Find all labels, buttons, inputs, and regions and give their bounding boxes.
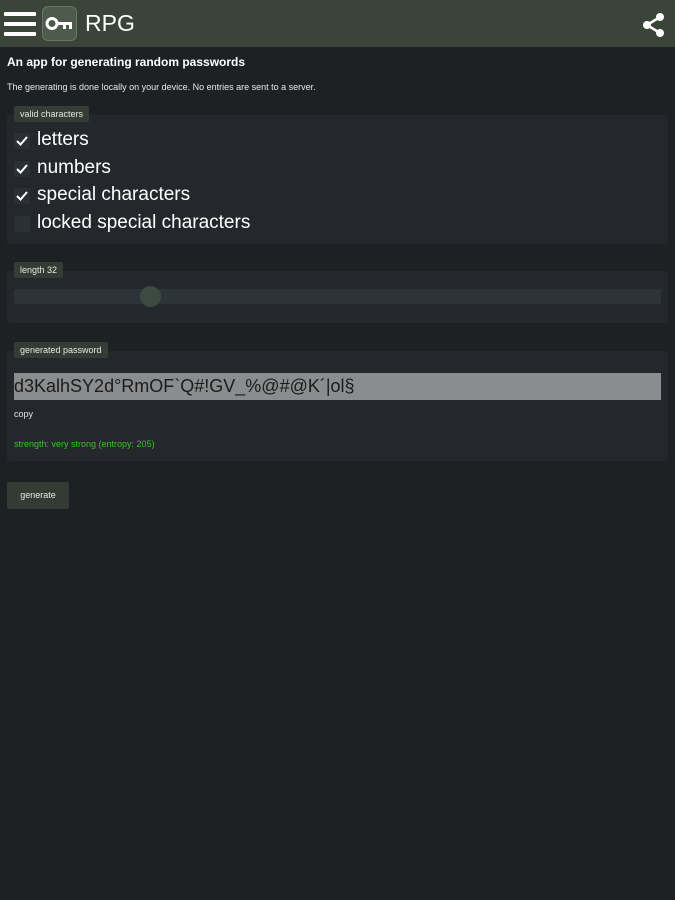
intro-subtext: The generating is done locally on your d… <box>7 82 316 92</box>
generated-password-legend: generated password <box>14 342 108 358</box>
menu-icon[interactable] <box>4 10 36 38</box>
locked-special-characters-checkbox[interactable]: locked special characters <box>14 212 314 237</box>
intro-heading: An app for generating random passwords <box>7 55 246 69</box>
numbers-checkbox[interactable]: numbers <box>14 157 214 182</box>
empty-checkbox-box <box>14 216 30 232</box>
special-characters-checkbox[interactable]: special characters <box>14 184 274 209</box>
letters-checkbox[interactable]: letters <box>14 129 214 154</box>
length-legend: length 32 <box>14 262 64 278</box>
locked-special-characters-label: locked special characters <box>37 212 251 233</box>
checkmark-icon <box>14 133 30 149</box>
key-icon <box>42 6 77 41</box>
generate-button[interactable]: generate <box>7 482 69 509</box>
length-slider-thumb[interactable] <box>140 286 161 307</box>
numbers-label: numbers <box>37 157 111 178</box>
checkmark-icon <box>14 161 30 177</box>
share-icon[interactable] <box>640 11 668 39</box>
length-slider[interactable] <box>14 289 661 304</box>
letters-label: letters <box>37 129 89 150</box>
valid-characters-legend: valid characters <box>14 106 90 122</box>
app-title: RPG <box>85 10 135 36</box>
password-output-field[interactable]: d3KalhSY2d°RmOF`Q#!GV_%@#@K´|ol§ <box>14 373 661 400</box>
strength-indicator: strength: very strong (entropy: 205) <box>14 439 155 449</box>
copy-button[interactable]: copy <box>14 409 33 419</box>
top-app-bar: RPG <box>0 0 675 47</box>
special-characters-label: special characters <box>37 184 191 205</box>
checkmark-icon <box>14 188 30 204</box>
